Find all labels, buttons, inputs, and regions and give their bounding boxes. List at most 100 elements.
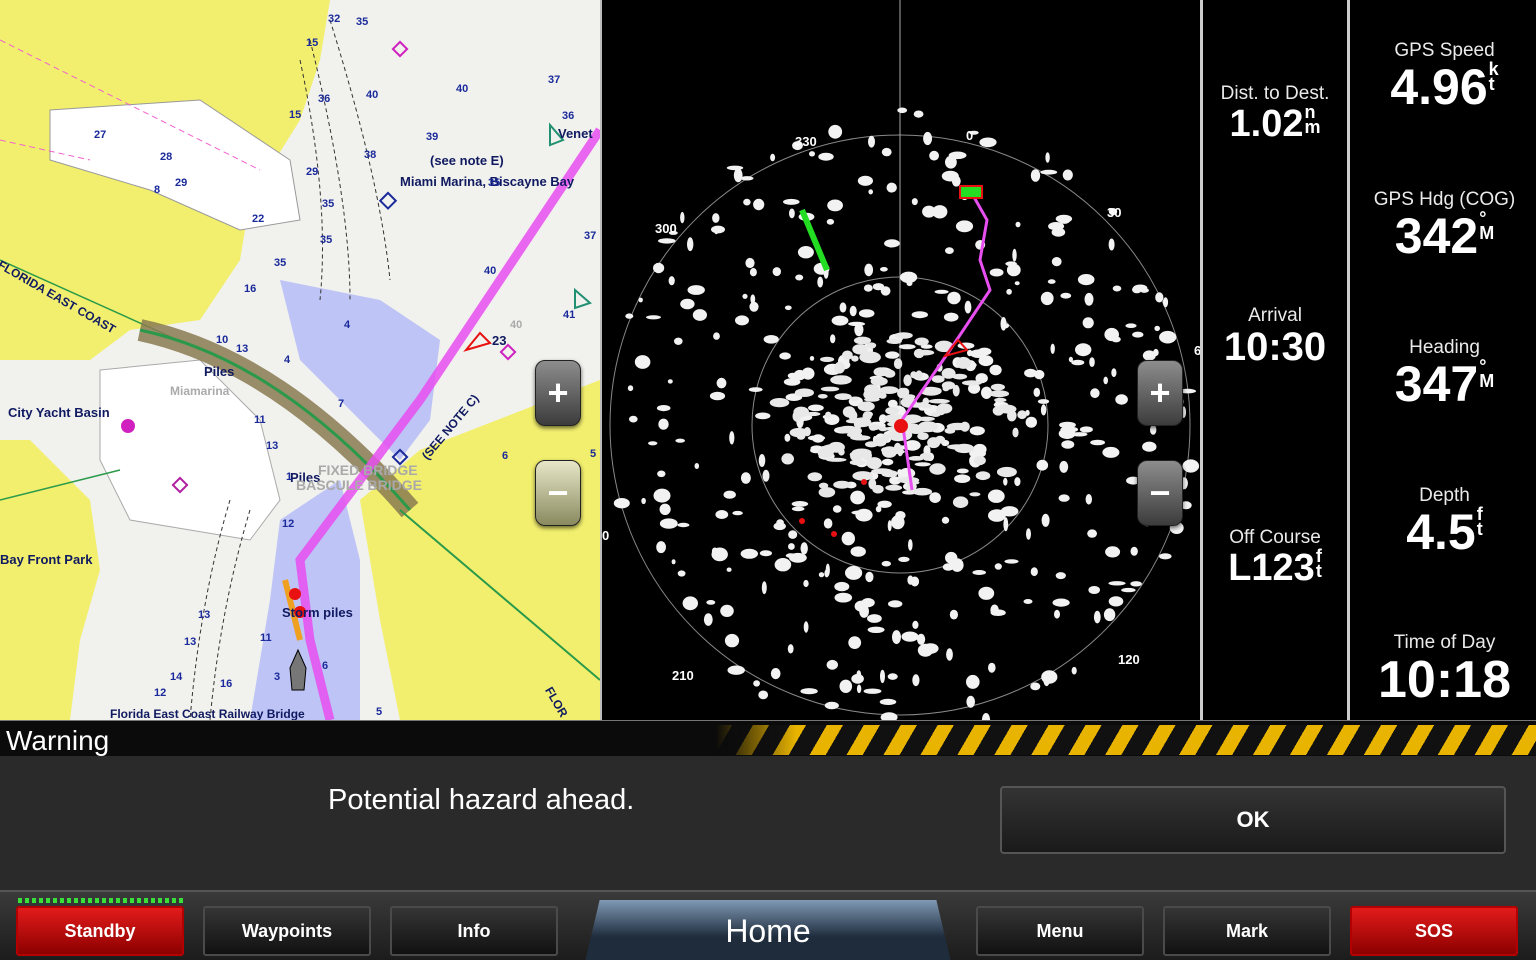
cog-value: 342 <box>1394 208 1479 264</box>
radar-echo <box>641 497 646 505</box>
radar-echo <box>745 257 755 269</box>
field-heading: Heading 347° M <box>1353 337 1536 409</box>
radar-echo <box>1059 421 1076 429</box>
depth-sounding: 36 <box>562 110 575 122</box>
radar-echo <box>1037 399 1050 404</box>
radar-echo <box>931 375 945 383</box>
depth-sounding: 28 <box>160 151 173 163</box>
radar-echo <box>879 386 899 394</box>
time-value: 10:18 <box>1378 651 1511 709</box>
waypoints-button[interactable]: Waypoints <box>203 906 371 956</box>
radar-echo <box>827 199 843 212</box>
chart-zoom-out-button[interactable]: − <box>535 460 581 526</box>
radar-echo <box>975 471 991 481</box>
radar-display[interactable]: 0 30 330 300 120 210 0 6 + − <box>600 0 1200 720</box>
radar-echo <box>761 581 767 595</box>
navigation-chart[interactable]: City Yacht Basin Bay Front Park Miami Ma… <box>0 0 600 720</box>
radar-echo <box>1040 404 1047 416</box>
menu-button[interactable]: Menu <box>976 906 1144 956</box>
depth-sounding: 22 <box>252 213 265 225</box>
field-dist-to-dest: Dist. to Dest. 1.02n m <box>1203 83 1347 143</box>
radar-echo <box>897 469 903 476</box>
radar-echo <box>1058 494 1070 502</box>
radar-echo <box>1012 427 1019 438</box>
depth-sounding: 12 <box>154 687 167 699</box>
ok-button[interactable]: OK <box>1000 786 1506 854</box>
radar-echo <box>753 680 760 687</box>
depth-sounding: 35 <box>488 177 501 189</box>
label-bascule-bridge: BASCULE BRIDGE <box>296 477 423 493</box>
depth-sounding: 29 <box>175 177 188 189</box>
radar-echo <box>809 151 815 157</box>
radar-echo <box>800 688 818 695</box>
radar-echo <box>613 498 630 509</box>
radar-echo <box>1132 285 1142 294</box>
radar-echo <box>934 435 946 444</box>
radar-echo <box>658 418 669 430</box>
radar-echo <box>1061 440 1075 449</box>
radar-echo <box>784 433 791 442</box>
radar-echo <box>857 401 875 412</box>
radar-echo <box>881 470 898 478</box>
land-southwest <box>0 440 100 720</box>
mark-button[interactable]: Mark <box>1163 906 1331 956</box>
speed-unit-bot: t <box>1488 74 1495 94</box>
radar-zoom-out-button[interactable]: − <box>1137 460 1183 526</box>
radar-echo <box>668 276 675 286</box>
radar-echo <box>1030 567 1038 577</box>
radar-echo <box>794 388 814 398</box>
radar-echo <box>834 361 845 374</box>
label-fec-railway-bridge: Florida East Coast Railway Bridge <box>110 707 305 720</box>
radar-echo <box>1058 215 1071 224</box>
radar-echo <box>703 613 713 626</box>
shallow-water-north <box>280 280 440 460</box>
radar-echo <box>818 572 825 578</box>
radar-echo <box>658 238 676 244</box>
radar-echo <box>972 570 986 575</box>
radar-echo <box>770 153 776 162</box>
radar-echo <box>891 515 905 530</box>
depth-sounding: 37 <box>548 74 561 86</box>
sos-button[interactable]: SOS <box>1350 906 1518 956</box>
radar-echo <box>987 489 1005 503</box>
depth-sounding: 40 <box>510 319 523 331</box>
radar-echo <box>880 286 891 296</box>
radar-echo <box>713 332 720 340</box>
bearing-300: 300 <box>655 221 677 236</box>
radar-echo <box>1075 343 1092 357</box>
radar-echo <box>941 368 956 379</box>
radar-echo <box>825 457 847 462</box>
radar-echo <box>879 698 897 706</box>
radar-echo <box>638 297 643 303</box>
home-button[interactable]: Home <box>585 900 951 960</box>
radar-echo <box>675 438 685 443</box>
data-panel-navigation[interactable]: Dist. to Dest. 1.02n m Arrival 10:30 Off … <box>1200 0 1350 720</box>
radar-echo <box>914 337 929 346</box>
radar-echo <box>877 500 892 508</box>
radar-echo <box>858 309 875 318</box>
radar-echo <box>1045 152 1050 163</box>
radar-echo <box>969 492 981 497</box>
depth-sounding: 40 <box>366 89 379 101</box>
radar-echo <box>792 410 801 422</box>
standby-button[interactable]: Standby <box>16 906 184 956</box>
radar-echo <box>969 426 985 436</box>
radar-echo <box>897 476 920 484</box>
radar-echo <box>856 684 862 694</box>
radar-echo <box>884 239 900 248</box>
info-button[interactable]: Info <box>390 906 558 956</box>
data-panel-vessel[interactable]: GPS Speed 4.96k t GPS Hdg (COG) 342° M Hea… <box>1353 0 1536 720</box>
radar-echo <box>828 124 843 139</box>
chart-zoom-in-button[interactable]: + <box>535 360 581 426</box>
depth-sounding: 16 <box>244 283 257 295</box>
warning-message: Potential hazard ahead. <box>328 784 635 816</box>
radar-echo <box>758 454 766 467</box>
radar-echo <box>781 453 794 465</box>
radar-echo <box>1154 325 1160 332</box>
radar-echo <box>866 457 882 470</box>
radar-zoom-in-button[interactable]: + <box>1137 360 1183 426</box>
radar-echo <box>1130 546 1138 556</box>
radar-echo <box>863 389 882 401</box>
radar-echo <box>1062 169 1073 181</box>
radar-echo <box>1012 248 1017 262</box>
